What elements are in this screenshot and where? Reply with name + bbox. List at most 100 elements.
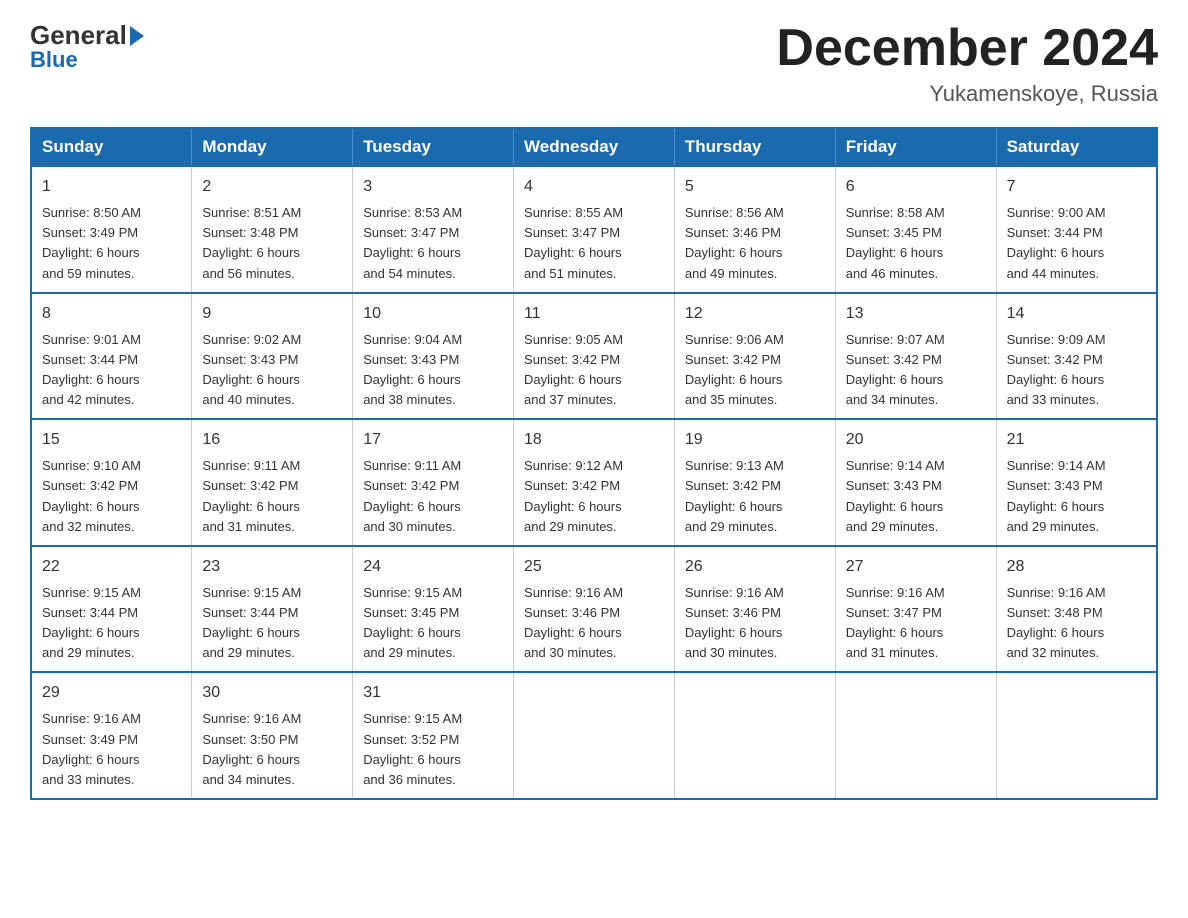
calendar-day-cell: 8Sunrise: 9:01 AMSunset: 3:44 PMDaylight… — [31, 293, 192, 420]
day-number: 14 — [1007, 302, 1146, 326]
logo-sub-text: Blue — [30, 47, 78, 73]
day-number: 23 — [202, 555, 342, 579]
calendar-day-cell: 9Sunrise: 9:02 AMSunset: 3:43 PMDaylight… — [192, 293, 353, 420]
day-number: 25 — [524, 555, 664, 579]
day-info: Sunrise: 8:58 AMSunset: 3:45 PMDaylight:… — [846, 203, 986, 284]
calendar-day-cell: 14 Sunrise: 9:09 AMSunset: 3:42 PMDayligh… — [996, 293, 1157, 420]
day-info: Sunrise: 9:16 AMSunset: 3:46 PMDaylight:… — [685, 583, 825, 664]
calendar-day-cell — [514, 672, 675, 799]
day-number: 21 — [1007, 428, 1146, 452]
day-info: Sunrise: 9:15 AMSunset: 3:44 PMDaylight:… — [202, 583, 342, 664]
calendar-day-cell: 7 Sunrise: 9:00 AMSunset: 3:44 PMDaylight… — [996, 166, 1157, 293]
header-tuesday: Tuesday — [353, 128, 514, 166]
day-info: Sunrise: 9:04 AMSunset: 3:43 PMDaylight:… — [363, 330, 503, 411]
day-number: 11 — [524, 302, 664, 326]
day-number: 24 — [363, 555, 503, 579]
calendar-week-row: 8Sunrise: 9:01 AMSunset: 3:44 PMDaylight… — [31, 293, 1157, 420]
day-number: 3 — [363, 175, 503, 199]
calendar-week-row: 1Sunrise: 8:50 AMSunset: 3:49 PMDaylight… — [31, 166, 1157, 293]
day-info: Sunrise: 9:16 AMSunset: 3:48 PMDaylight:… — [1007, 583, 1146, 664]
header-friday: Friday — [835, 128, 996, 166]
calendar-day-cell: 3Sunrise: 8:53 AMSunset: 3:47 PMDaylight… — [353, 166, 514, 293]
calendar-day-cell: 13 Sunrise: 9:07 AMSunset: 3:42 PMDayligh… — [835, 293, 996, 420]
day-info: Sunrise: 9:09 AMSunset: 3:42 PMDaylight:… — [1007, 330, 1146, 411]
day-info: Sunrise: 9:13 AMSunset: 3:42 PMDaylight:… — [685, 456, 825, 537]
day-number: 30 — [202, 681, 342, 705]
day-number: 5 — [685, 175, 825, 199]
day-number: 28 — [1007, 555, 1146, 579]
calendar-day-cell: 12 Sunrise: 9:06 AMSunset: 3:42 PMDayligh… — [674, 293, 835, 420]
day-info: Sunrise: 9:11 AMSunset: 3:42 PMDaylight:… — [363, 456, 503, 537]
day-info: Sunrise: 9:01 AMSunset: 3:44 PMDaylight:… — [42, 330, 181, 411]
day-info: Sunrise: 9:00 AMSunset: 3:44 PMDaylight:… — [1007, 203, 1146, 284]
logo: General ► Blue — [30, 20, 145, 73]
day-info: Sunrise: 9:06 AMSunset: 3:42 PMDaylight:… — [685, 330, 825, 411]
day-number: 12 — [685, 302, 825, 326]
calendar-day-cell: 16 Sunrise: 9:11 AMSunset: 3:42 PMDayligh… — [192, 419, 353, 546]
day-info: Sunrise: 9:14 AMSunset: 3:43 PMDaylight:… — [846, 456, 986, 537]
header-saturday: Saturday — [996, 128, 1157, 166]
calendar-day-cell — [996, 672, 1157, 799]
header-sunday: Sunday — [31, 128, 192, 166]
calendar-day-cell: 5 Sunrise: 8:56 AMSunset: 3:46 PMDaylight… — [674, 166, 835, 293]
calendar-header-row: SundayMondayTuesdayWednesdayThursdayFrid… — [31, 128, 1157, 166]
day-number: 16 — [202, 428, 342, 452]
day-number: 4 — [524, 175, 664, 199]
day-number: 15 — [42, 428, 181, 452]
calendar-day-cell: 21 Sunrise: 9:14 AMSunset: 3:43 PMDayligh… — [996, 419, 1157, 546]
day-info: Sunrise: 8:55 AMSunset: 3:47 PMDaylight:… — [524, 203, 664, 284]
day-number: 29 — [42, 681, 181, 705]
calendar-day-cell: 30 Sunrise: 9:16 AMSunset: 3:50 PMDayligh… — [192, 672, 353, 799]
calendar-day-cell: 1Sunrise: 8:50 AMSunset: 3:49 PMDaylight… — [31, 166, 192, 293]
day-info: Sunrise: 9:12 AMSunset: 3:42 PMDaylight:… — [524, 456, 664, 537]
calendar-day-cell: 10 Sunrise: 9:04 AMSunset: 3:43 PMDayligh… — [353, 293, 514, 420]
day-info: Sunrise: 9:16 AMSunset: 3:46 PMDaylight:… — [524, 583, 664, 664]
day-number: 27 — [846, 555, 986, 579]
day-number: 20 — [846, 428, 986, 452]
calendar-day-cell: 29 Sunrise: 9:16 AMSunset: 3:49 PMDayligh… — [31, 672, 192, 799]
calendar-subtitle: Yukamenskoye, Russia — [776, 81, 1158, 107]
day-info: Sunrise: 8:50 AMSunset: 3:49 PMDaylight:… — [42, 203, 181, 284]
day-number: 17 — [363, 428, 503, 452]
calendar-week-row: 22 Sunrise: 9:15 AMSunset: 3:44 PMDayligh… — [31, 546, 1157, 673]
day-info: Sunrise: 9:16 AMSunset: 3:50 PMDaylight:… — [202, 709, 342, 790]
title-block: December 2024 Yukamenskoye, Russia — [776, 20, 1158, 107]
header-monday: Monday — [192, 128, 353, 166]
calendar-day-cell: 19 Sunrise: 9:13 AMSunset: 3:42 PMDayligh… — [674, 419, 835, 546]
calendar-day-cell: 26 Sunrise: 9:16 AMSunset: 3:46 PMDayligh… — [674, 546, 835, 673]
page-header: General ► Blue December 2024 Yukamenskoy… — [30, 20, 1158, 107]
calendar-table: SundayMondayTuesdayWednesdayThursdayFrid… — [30, 127, 1158, 800]
calendar-day-cell: 20 Sunrise: 9:14 AMSunset: 3:43 PMDayligh… — [835, 419, 996, 546]
day-number: 10 — [363, 302, 503, 326]
day-number: 19 — [685, 428, 825, 452]
calendar-title: December 2024 — [776, 20, 1158, 77]
day-number: 31 — [363, 681, 503, 705]
calendar-day-cell: 4 Sunrise: 8:55 AMSunset: 3:47 PMDaylight… — [514, 166, 675, 293]
day-number: 22 — [42, 555, 181, 579]
day-number: 7 — [1007, 175, 1146, 199]
day-number: 6 — [846, 175, 986, 199]
day-info: Sunrise: 8:56 AMSunset: 3:46 PMDaylight:… — [685, 203, 825, 284]
day-number: 26 — [685, 555, 825, 579]
calendar-day-cell: 2Sunrise: 8:51 AMSunset: 3:48 PMDaylight… — [192, 166, 353, 293]
calendar-week-row: 29 Sunrise: 9:16 AMSunset: 3:49 PMDayligh… — [31, 672, 1157, 799]
calendar-day-cell: 25 Sunrise: 9:16 AMSunset: 3:46 PMDayligh… — [514, 546, 675, 673]
day-info: Sunrise: 9:10 AMSunset: 3:42 PMDaylight:… — [42, 456, 181, 537]
day-info: Sunrise: 9:16 AMSunset: 3:49 PMDaylight:… — [42, 709, 181, 790]
calendar-day-cell: 17 Sunrise: 9:11 AMSunset: 3:42 PMDayligh… — [353, 419, 514, 546]
day-info: Sunrise: 9:07 AMSunset: 3:42 PMDaylight:… — [846, 330, 986, 411]
calendar-week-row: 15 Sunrise: 9:10 AMSunset: 3:42 PMDayligh… — [31, 419, 1157, 546]
day-number: 18 — [524, 428, 664, 452]
day-info: Sunrise: 9:11 AMSunset: 3:42 PMDaylight:… — [202, 456, 342, 537]
calendar-day-cell: 27 Sunrise: 9:16 AMSunset: 3:47 PMDayligh… — [835, 546, 996, 673]
calendar-day-cell: 23 Sunrise: 9:15 AMSunset: 3:44 PMDayligh… — [192, 546, 353, 673]
calendar-day-cell — [835, 672, 996, 799]
day-info: Sunrise: 9:14 AMSunset: 3:43 PMDaylight:… — [1007, 456, 1146, 537]
calendar-day-cell: 11Sunrise: 9:05 AMSunset: 3:42 PMDayligh… — [514, 293, 675, 420]
day-number: 9 — [202, 302, 342, 326]
day-info: Sunrise: 9:15 AMSunset: 3:52 PMDaylight:… — [363, 709, 503, 790]
day-number: 13 — [846, 302, 986, 326]
calendar-day-cell: 18 Sunrise: 9:12 AMSunset: 3:42 PMDayligh… — [514, 419, 675, 546]
header-wednesday: Wednesday — [514, 128, 675, 166]
day-info: Sunrise: 9:16 AMSunset: 3:47 PMDaylight:… — [846, 583, 986, 664]
